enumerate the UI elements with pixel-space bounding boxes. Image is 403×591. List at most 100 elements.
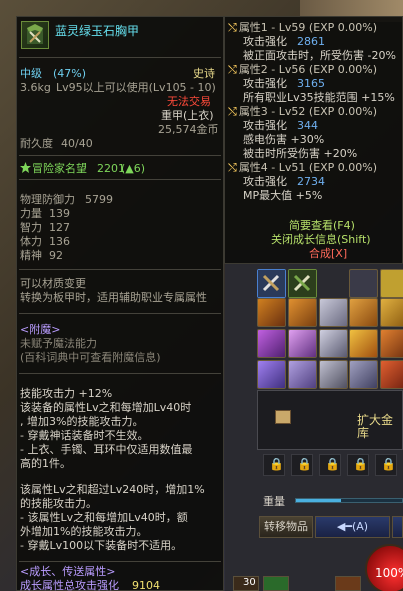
skill-bonus-line: - 上衣、手镯、耳环中仅适用数值最 bbox=[20, 443, 193, 456]
inventory-slot[interactable] bbox=[257, 269, 286, 298]
item-level-req: Lv95以上可以使用(Lv105 - 10) bbox=[56, 81, 216, 94]
divider bbox=[19, 155, 221, 156]
inventory-slot[interactable] bbox=[349, 329, 378, 358]
brief-view-link[interactable]: 简要查看(F4) bbox=[289, 219, 355, 232]
stat-value: 92 bbox=[49, 249, 63, 262]
skill-bonus-line: - 穿戴Lv100以下装备时不适用。 bbox=[20, 539, 183, 552]
option-atk-value: 344 bbox=[297, 119, 318, 132]
stat-label: 智力 bbox=[20, 221, 42, 234]
inventory-slot[interactable] bbox=[257, 298, 286, 327]
inventory-slot[interactable] bbox=[380, 298, 403, 327]
inventory-slot[interactable] bbox=[288, 329, 317, 358]
sort-mode-button[interactable]: ◀━(A) bbox=[315, 516, 390, 538]
divider bbox=[19, 313, 221, 314]
item-slot: 重甲(上衣) bbox=[161, 109, 214, 122]
skill-bonus-line: 该属性Lv之和超过Lv240时，增加1% bbox=[20, 483, 205, 496]
stat-label: 物理防御力 bbox=[20, 193, 75, 206]
item-rarity: 史诗 bbox=[193, 67, 215, 80]
locked-slot-icon: 🔒 bbox=[291, 454, 313, 476]
inventory-slot[interactable] bbox=[380, 360, 403, 389]
option-atk-label: 攻击强化 bbox=[243, 35, 287, 48]
option-atk-value: 2861 bbox=[297, 35, 325, 48]
divider bbox=[19, 373, 221, 374]
fame-icon bbox=[20, 162, 31, 176]
locked-slot-icon: 🔒 bbox=[375, 454, 397, 476]
option-atk-label: 攻击强化 bbox=[243, 119, 287, 132]
skill-bonus-line: 的技能攻击力。 bbox=[20, 497, 97, 510]
divider bbox=[19, 179, 221, 180]
expand-storage-label[interactable]: 扩大金库 bbox=[357, 414, 403, 440]
inventory-panel: 扩大金库 🔒 🔒 🔒 🔒 🔒 重量 转移物品 ◀━(A) 100% 30 bbox=[225, 264, 403, 591]
stat-label: 精神 bbox=[20, 249, 42, 262]
skill-bonus-line: - 该属性Lv之和每增加Lv40时，额 bbox=[20, 511, 188, 524]
shuffle-icon: ⤭ bbox=[228, 21, 237, 34]
stat-value: 136 bbox=[49, 235, 70, 248]
divider bbox=[19, 269, 221, 270]
durability-value: 40/40 bbox=[61, 137, 93, 150]
inventory-slot[interactable] bbox=[380, 329, 403, 358]
storage-chest-icon bbox=[275, 410, 291, 424]
skill-bonus-line: , 增加3%的技能攻击力。 bbox=[20, 415, 144, 428]
inventory-slot[interactable] bbox=[349, 269, 378, 298]
item-weight: 3.6kg bbox=[20, 81, 51, 94]
item-price: 25,574金币 bbox=[158, 123, 219, 136]
item-tier: 中级 bbox=[20, 67, 42, 80]
fame-delta: (▲6) bbox=[121, 162, 146, 175]
skill-bonus-line: 外增加1%的技能攻击力。 bbox=[20, 525, 148, 538]
inventory-slot[interactable] bbox=[288, 298, 317, 327]
inventory-slot[interactable] bbox=[257, 360, 286, 389]
option-atk-value: 2734 bbox=[297, 175, 325, 188]
growth-title: <成长、传送属性> bbox=[20, 565, 116, 578]
quick-skill-count: 30 bbox=[243, 577, 256, 588]
inventory-slot[interactable] bbox=[319, 329, 348, 358]
shuffle-icon: ⤭ bbox=[228, 105, 237, 118]
stat-value: 139 bbox=[49, 207, 70, 220]
skill-bonus-line: - 穿戴神话装备时不生效。 bbox=[20, 429, 149, 442]
inventory-slot[interactable] bbox=[288, 360, 317, 389]
locked-slot-icon: 🔒 bbox=[263, 454, 285, 476]
inventory-slot[interactable] bbox=[319, 298, 348, 327]
compose-link[interactable]: 合成[X] bbox=[309, 247, 347, 260]
armor-icon bbox=[21, 21, 49, 49]
skill-bonus-line: 高的1件。 bbox=[20, 457, 71, 470]
enchant-status: 未赋予魔法能力 bbox=[20, 337, 97, 350]
enchant-title: <附魔> bbox=[20, 323, 61, 336]
option-effect: MP最大值 +5% bbox=[243, 189, 323, 202]
divider bbox=[19, 561, 221, 562]
trade-status: 无法交易 bbox=[167, 95, 211, 108]
enchant-hint: (百科词典中可查看附魔信息) bbox=[20, 351, 161, 364]
locked-slot-icon: 🔒 bbox=[347, 454, 369, 476]
inventory-slot[interactable] bbox=[349, 360, 378, 389]
option-header: ⤭ 属性4 - Lv51 (EXP 0.00%) bbox=[228, 161, 378, 174]
option-effect: 所有职业Lv35技能范围 +15% bbox=[243, 91, 395, 104]
item-name: 蓝灵绿玉石胸甲 bbox=[55, 24, 140, 38]
quick-skill-slot[interactable] bbox=[335, 576, 361, 591]
option-header: ⤭ 属性1 - Lv59 (EXP 0.00%) bbox=[228, 21, 378, 34]
close-growth-link[interactable]: 关闭成长信息(Shift) bbox=[271, 233, 371, 246]
hp-percent: 100% bbox=[375, 566, 403, 580]
option-header: ⤭ 属性2 - Lv56 (EXP 0.00%) bbox=[228, 63, 378, 76]
skill-bonus-line: 技能攻击力 +12% bbox=[20, 387, 113, 400]
option-effect: 被正面攻击时，所受伤害 -20% bbox=[243, 49, 396, 62]
option-atk-label: 攻击强化 bbox=[243, 77, 287, 90]
growth-total-label: 成长属性总攻击强化 bbox=[20, 579, 119, 591]
quick-skill-slot[interactable] bbox=[263, 576, 289, 591]
skill-bonus-line: 该装备的属性Lv之和每增加Lv40时 bbox=[20, 401, 192, 414]
inventory-slot[interactable] bbox=[288, 269, 317, 298]
option-effect: 被击时所受伤害 +20% bbox=[243, 147, 358, 160]
inventory-slot[interactable] bbox=[319, 360, 348, 389]
inventory-extra-button[interactable] bbox=[392, 516, 403, 538]
inventory-slot[interactable] bbox=[349, 298, 378, 327]
weight-bar-fill bbox=[296, 499, 341, 502]
locked-slot-icon: 🔒 bbox=[319, 454, 341, 476]
growth-option-panel: ⤭ 属性1 - Lv59 (EXP 0.00%) 攻击强化 2861 被正面攻击时… bbox=[224, 16, 403, 264]
option-atk-value: 3165 bbox=[297, 77, 325, 90]
inventory-slot[interactable] bbox=[257, 329, 286, 358]
move-items-button[interactable]: 转移物品 bbox=[259, 516, 313, 538]
stat-value: 127 bbox=[49, 221, 70, 234]
growth-total-value: 9104 bbox=[132, 579, 160, 591]
inventory-slot[interactable] bbox=[380, 269, 403, 298]
option-effect: 感电伤害 +30% bbox=[243, 133, 325, 146]
fame-label: 冒险家名望 bbox=[32, 162, 87, 175]
weight-label: 重量 bbox=[263, 495, 285, 508]
